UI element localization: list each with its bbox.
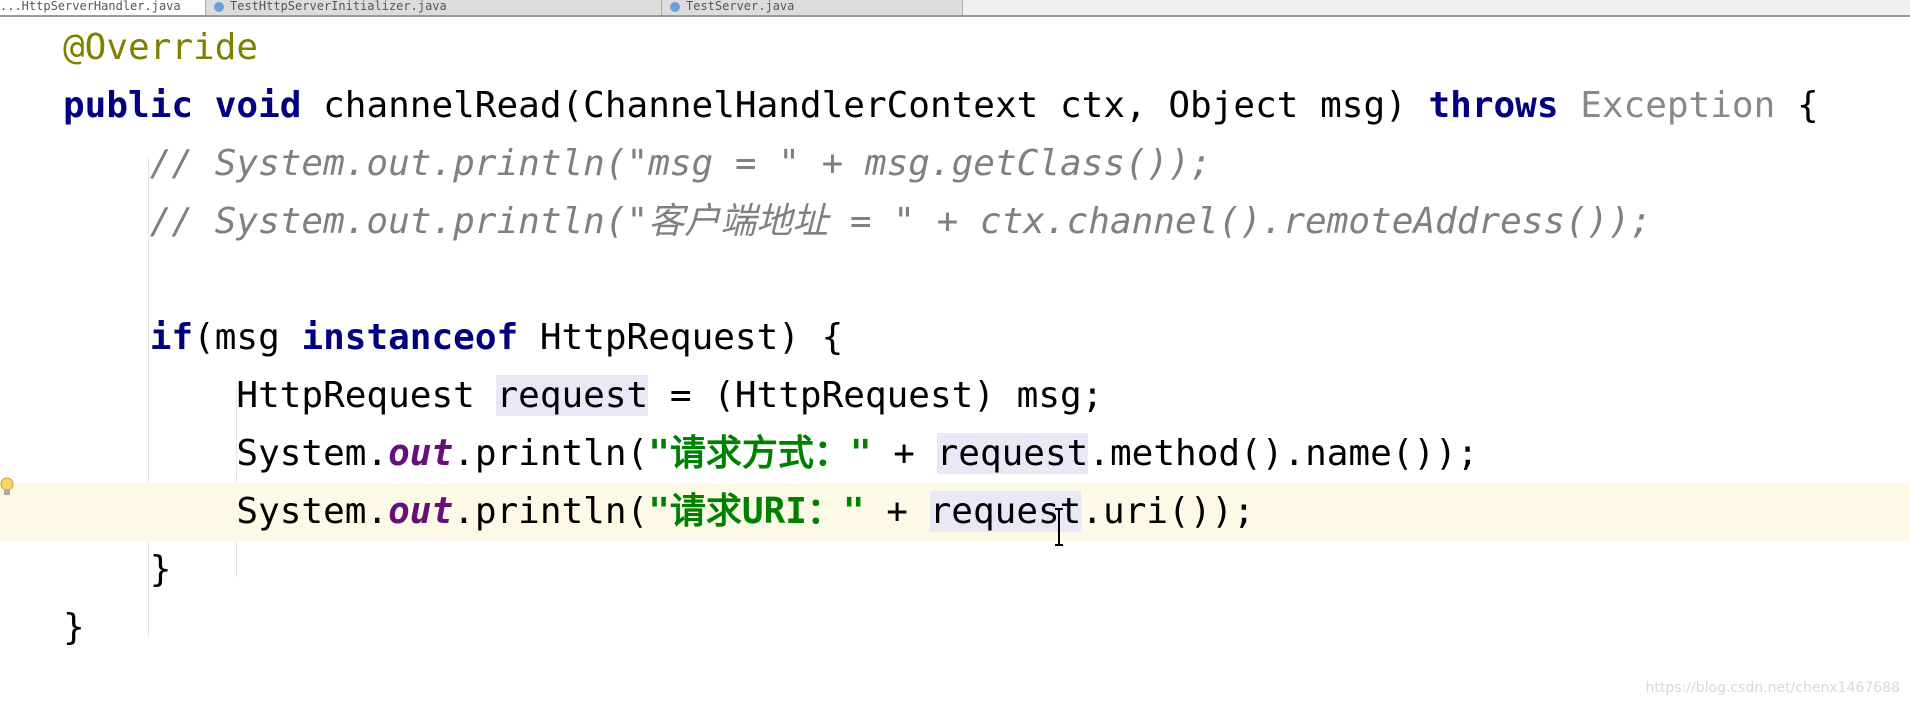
code-text: public void channelRead(ChannelHandlerCo… — [63, 77, 1819, 135]
code-text: // System.out.println("msg = " + msg.get… — [63, 135, 1212, 193]
code-line[interactable]: System.out.println("请求方式：" + request.met… — [0, 425, 1910, 483]
code-line[interactable]: System.out.println("请求URI：" + request.ur… — [0, 483, 1910, 541]
code-line[interactable]: public void channelRead(ChannelHandlerCo… — [0, 77, 1910, 135]
code-text: System.out.println("请求URI：" + request.ur… — [63, 483, 1255, 541]
tab-test-server[interactable]: TestServer.java — [662, 0, 963, 15]
code-token: .method().name()); — [1088, 433, 1479, 474]
code-line[interactable]: } — [0, 599, 1910, 657]
code-text: HttpRequest request = (HttpRequest) msg; — [63, 367, 1103, 425]
code-token: + — [871, 433, 937, 474]
code-token: public void — [63, 85, 324, 126]
code-line[interactable]: } — [0, 541, 1910, 599]
java-class-icon — [214, 1, 224, 12]
code-token: + — [864, 491, 930, 532]
code-line[interactable]: @Override — [0, 19, 1910, 77]
java-class-icon — [670, 1, 680, 12]
tab-http-server-handler[interactable]: ...HttpServerHandler.java — [0, 0, 206, 15]
tab-label: TestHttpServerInitializer.java — [230, 0, 447, 13]
code-token: channelRead(ChannelHandlerContext ctx, O… — [323, 85, 1429, 126]
code-token: @Override — [63, 27, 259, 68]
code-text: System.out.println("请求方式：" + request.met… — [63, 425, 1478, 483]
code-token: out — [388, 433, 454, 474]
code-token: .println( — [453, 433, 649, 474]
lightbulb-icon[interactable] — [0, 476, 14, 498]
code-token: } — [63, 549, 172, 590]
code-line[interactable]: // System.out.println("msg = " + msg.get… — [0, 135, 1910, 193]
code-token: { — [1775, 85, 1819, 126]
code-token: throws — [1428, 85, 1581, 126]
code-token: if — [149, 317, 194, 358]
code-token: .println( — [453, 491, 649, 532]
code-token: = (HttpRequest) msg; — [648, 375, 1104, 416]
code-text: // System.out.println("客户端地址 = " + ctx.c… — [63, 193, 1652, 251]
code-token: // System.out.println("msg = " + msg.get… — [63, 143, 1212, 184]
code-token: HttpRequest — [63, 375, 497, 416]
code-token: Exception — [1580, 85, 1776, 126]
tab-label: TestServer.java — [686, 0, 795, 13]
code-text: } — [63, 541, 172, 599]
code-token: out — [388, 491, 454, 532]
highlighted-identifier: request — [496, 375, 649, 416]
code-text: if(msg instanceof HttpRequest) { — [63, 309, 844, 367]
code-line[interactable]: // System.out.println("客户端地址 = " + ctx.c… — [0, 193, 1910, 251]
code-line[interactable]: if(msg instanceof HttpRequest) { — [0, 309, 1910, 367]
tab-label: ...HttpServerHandler.java — [0, 0, 181, 13]
code-token: instanceof — [301, 317, 540, 358]
code-token: "请求URI：" — [648, 491, 865, 532]
code-text: } — [63, 599, 85, 657]
code-token: System. — [63, 491, 389, 532]
code-line[interactable] — [0, 251, 1910, 309]
code-token: System. — [63, 433, 389, 474]
code-token: "请求方式：" — [648, 433, 872, 474]
watermark: https://blog.csdn.net/chenx1467688 — [1645, 680, 1900, 696]
code-token: // System.out.println("客户端地址 = " + ctx.c… — [63, 201, 1652, 242]
code-text: @Override — [63, 19, 258, 77]
code-token: HttpRequest) { — [539, 317, 844, 358]
editor-tab-bar: ...HttpServerHandler.java TestHttpServer… — [0, 0, 1910, 17]
tab-test-http-server-initializer[interactable]: TestHttpServerInitializer.java — [206, 0, 662, 15]
code-editor[interactable]: @Override public void channelRead(Channel… — [0, 17, 1910, 706]
text-cursor-icon — [1055, 508, 1063, 546]
code-token: (msg — [193, 317, 302, 358]
code-token: } — [63, 607, 85, 648]
highlighted-identifier: request — [936, 433, 1089, 474]
code-token: .uri()); — [1081, 491, 1255, 532]
code-line[interactable]: HttpRequest request = (HttpRequest) msg; — [0, 367, 1910, 425]
